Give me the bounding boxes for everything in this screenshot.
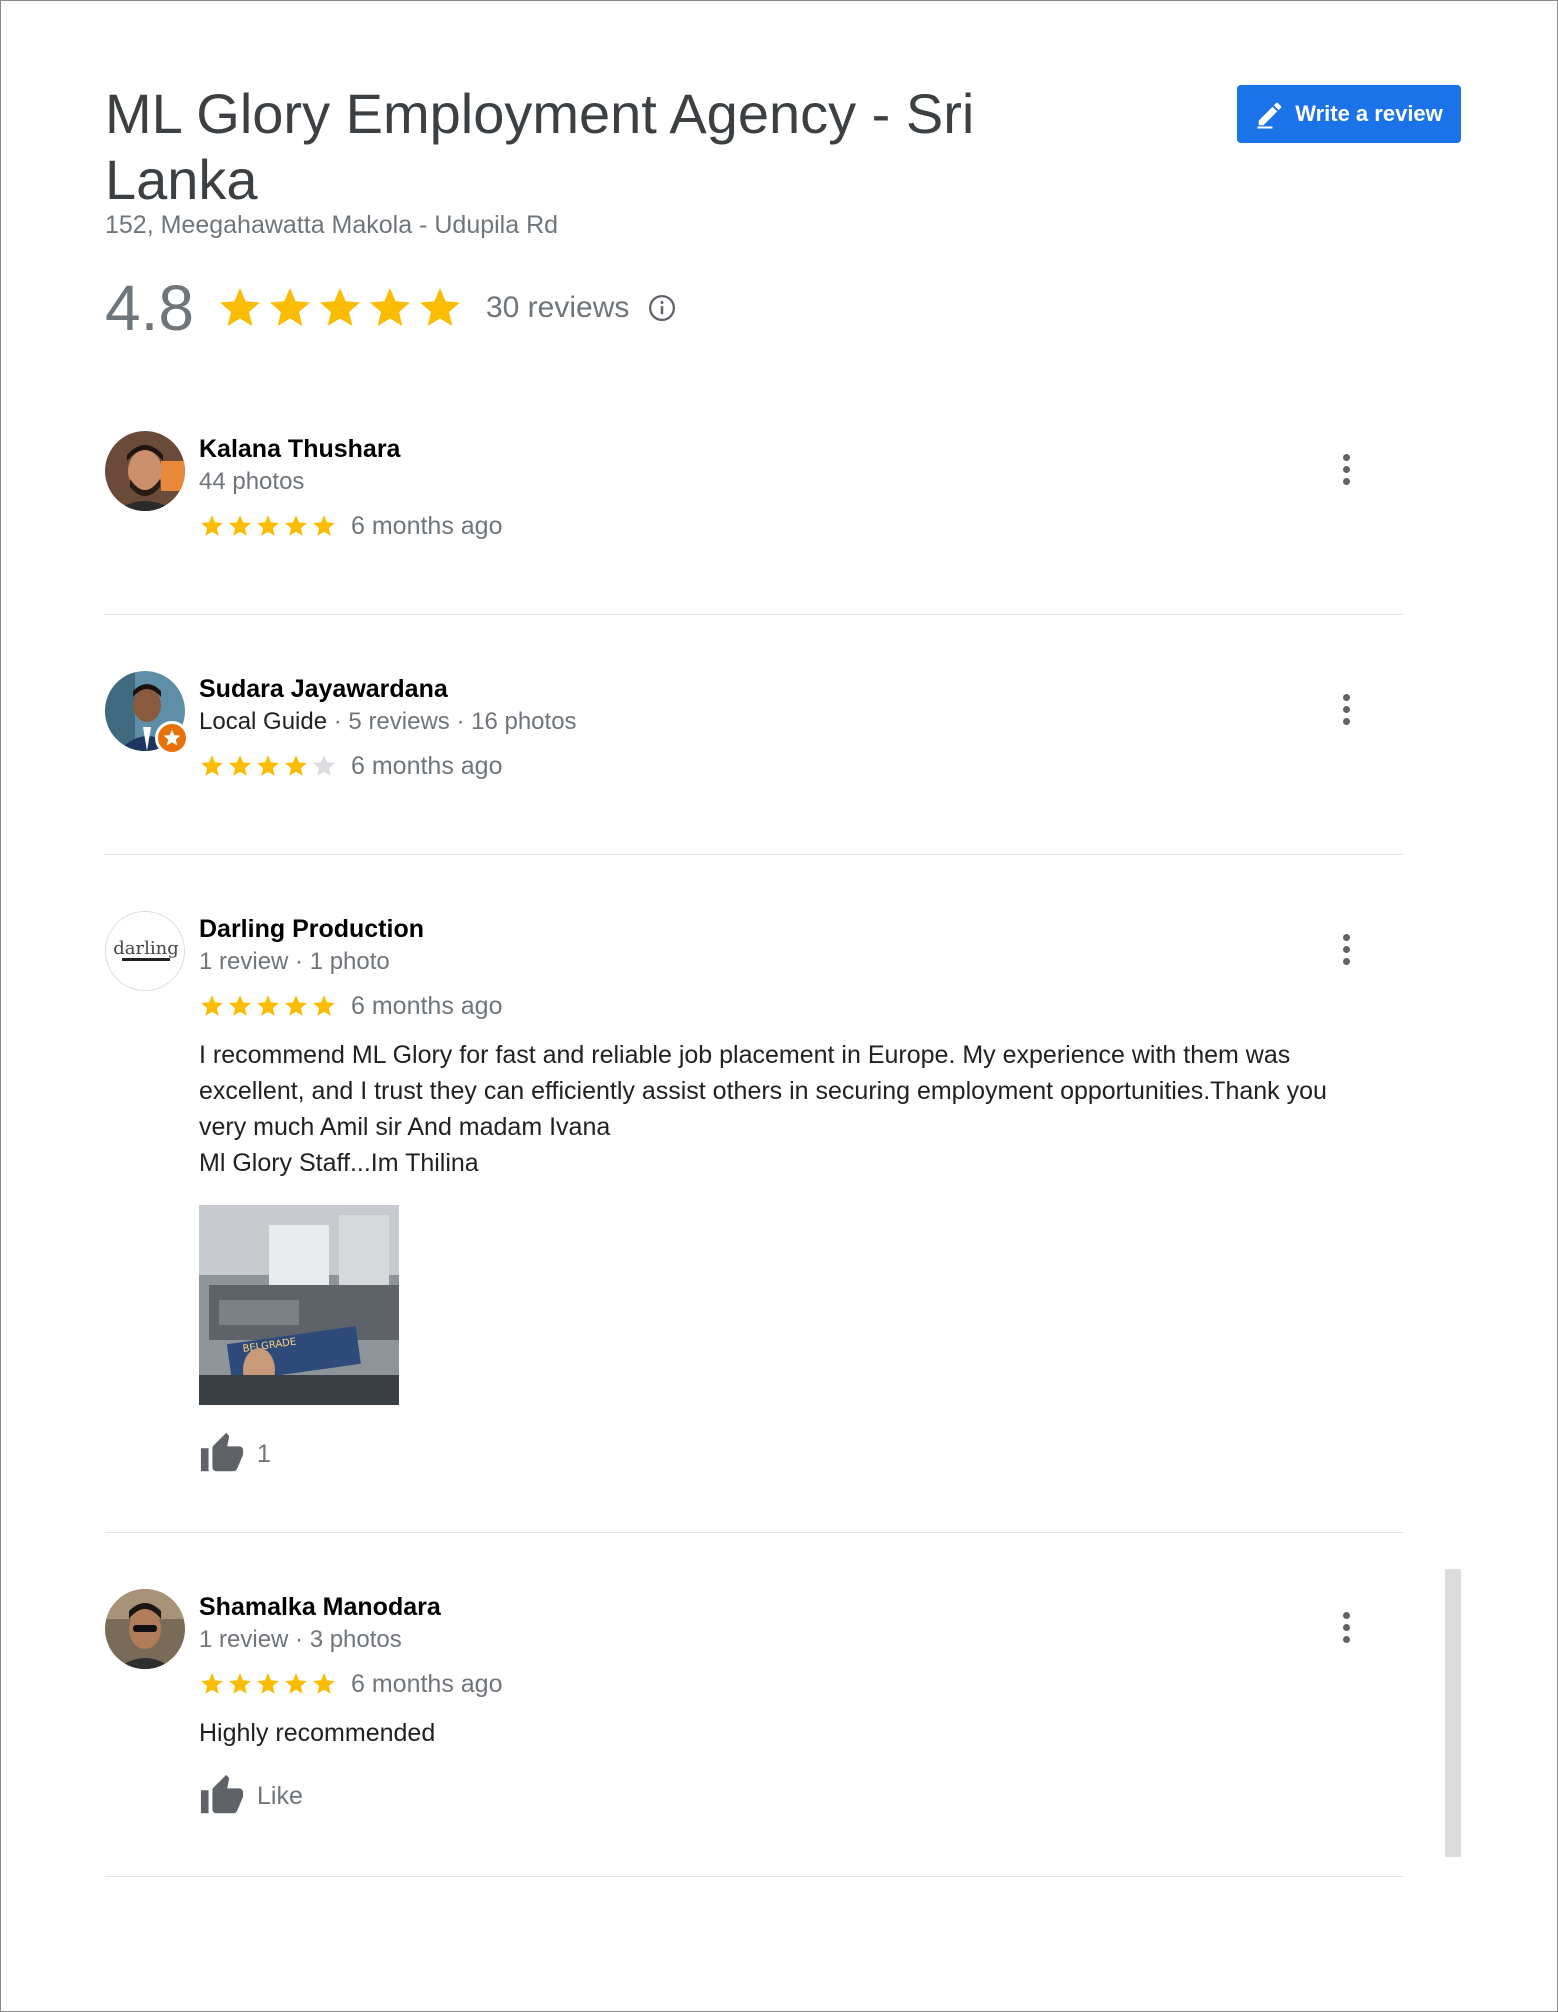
reviewer-name[interactable]: Darling Production <box>199 913 1379 945</box>
review-rating-row: 6 months ago <box>199 509 1379 543</box>
user-photo-icon <box>105 431 185 511</box>
star-filled-icon <box>369 288 410 326</box>
star-filled-icon <box>319 288 360 326</box>
star-filled-icon <box>201 995 223 1016</box>
more-options-button[interactable] <box>1329 927 1363 971</box>
reviewer-meta: Local Guide · 5 reviews · 16 photos <box>199 705 1379 739</box>
star-filled-icon <box>285 1673 307 1694</box>
reviewer-meta: 1 review · 3 photos <box>199 1626 402 1653</box>
pencil-icon <box>1257 102 1282 129</box>
like-button[interactable]: Like <box>199 1771 1379 1821</box>
brand-logo-icon: darling <box>106 912 184 990</box>
reviewer-meta: 1 review · 1 photo <box>199 948 390 975</box>
reviewer-meta: 44 photos <box>199 468 305 495</box>
info-icon[interactable] <box>647 293 677 323</box>
star-filled-icon <box>257 1673 279 1694</box>
review-time: 6 months ago <box>351 1669 503 1698</box>
local-guide-badge-icon <box>155 721 189 755</box>
star-filled-icon <box>257 995 279 1016</box>
review-rating-row: 6 months ago <box>199 749 1379 783</box>
reviewer-name[interactable]: Kalana Thushara <box>199 433 1379 465</box>
star-filled-icon <box>313 1673 335 1694</box>
like-count: 1 <box>257 1439 271 1468</box>
star-filled-icon <box>285 995 307 1016</box>
divider <box>105 854 1403 855</box>
review-time: 6 months ago <box>351 991 503 1020</box>
avatar-logo-text: darling <box>113 938 179 959</box>
thumb-up-icon[interactable] <box>199 1431 245 1477</box>
star-filled-icon <box>419 288 460 326</box>
star-filled-icon <box>201 515 223 536</box>
more-options-button[interactable] <box>1329 687 1363 731</box>
divider <box>105 614 1403 615</box>
avatar[interactable] <box>105 1589 185 1669</box>
review-stars <box>199 1671 337 1697</box>
review-time: 6 months ago <box>351 511 503 540</box>
write-review-label: Write a review <box>1295 101 1443 126</box>
local-guide-label: Local Guide <box>199 708 328 735</box>
avatar[interactable]: darling <box>105 911 185 991</box>
review-rating-row: 6 months ago <box>199 1667 1379 1701</box>
star-filled-icon <box>229 1673 251 1694</box>
star-filled-icon <box>285 515 307 536</box>
divider <box>105 1532 1403 1533</box>
review-stars <box>199 753 337 779</box>
star-filled-icon <box>201 1673 223 1694</box>
reviews-dialog: ML Glory Employment Agency - Sri Lanka 1… <box>0 0 1558 2012</box>
write-review-button[interactable]: Write a review <box>1237 85 1461 143</box>
thumb-up-icon <box>200 1774 244 1814</box>
review-text-paragraph: Highly recommended <box>199 1719 436 1747</box>
review-text: Highly recommended <box>199 1715 1379 1751</box>
like-row: 1 <box>199 1429 1379 1479</box>
rating-summary: 4.8 30 reviews <box>105 272 677 344</box>
star-filled-icon <box>285 755 307 776</box>
star-filled-icon <box>257 755 279 776</box>
star-empty-icon <box>313 755 335 776</box>
review-stars <box>199 993 337 1019</box>
review-time: 6 months ago <box>351 751 503 780</box>
avatar[interactable] <box>105 431 185 511</box>
star-filled-icon <box>229 755 251 776</box>
star-filled-icon <box>313 515 335 536</box>
place-address: 152, Meegahawatta Makola - Udupila Rd <box>105 211 559 239</box>
divider <box>105 1876 1403 1877</box>
review-text: I recommend ML Glory for fast and reliab… <box>199 1037 1379 1181</box>
star-filled-icon <box>269 288 310 326</box>
review-rating-row: 6 months ago <box>199 989 1379 1023</box>
star-filled-icon <box>229 995 251 1016</box>
review-photo[interactable]: BELGRADE <box>199 1205 399 1405</box>
more-options-button[interactable] <box>1329 1605 1363 1649</box>
reviewer-counts: · 5 reviews · 16 photos <box>327 708 577 735</box>
star-filled-icon <box>313 995 335 1016</box>
like-label: Like <box>257 1781 303 1810</box>
star-filled-icon <box>229 515 251 536</box>
review-text-paragraph: I recommend ML Glory for fast and reliab… <box>199 1041 1327 1141</box>
reviews-count[interactable]: 30 reviews <box>486 291 629 325</box>
scrollbar-thumb[interactable] <box>1445 1569 1461 1857</box>
user-photo-icon <box>105 1589 185 1669</box>
review-stars <box>199 513 337 539</box>
review-text-paragraph: Ml Glory Staff...Im Thilina <box>199 1149 479 1177</box>
reviewer-name[interactable]: Shamalka Manodara <box>199 1591 1379 1623</box>
reviewer-name[interactable]: Sudara Jayawardana <box>199 673 1379 705</box>
star-filled-icon <box>219 288 260 326</box>
average-stars <box>216 284 464 332</box>
average-score: 4.8 <box>105 272 194 344</box>
star-filled-icon <box>201 755 223 776</box>
more-options-button[interactable] <box>1329 447 1363 491</box>
place-title: ML Glory Employment Agency - Sri Lanka <box>105 82 975 211</box>
star-filled-icon <box>257 515 279 536</box>
